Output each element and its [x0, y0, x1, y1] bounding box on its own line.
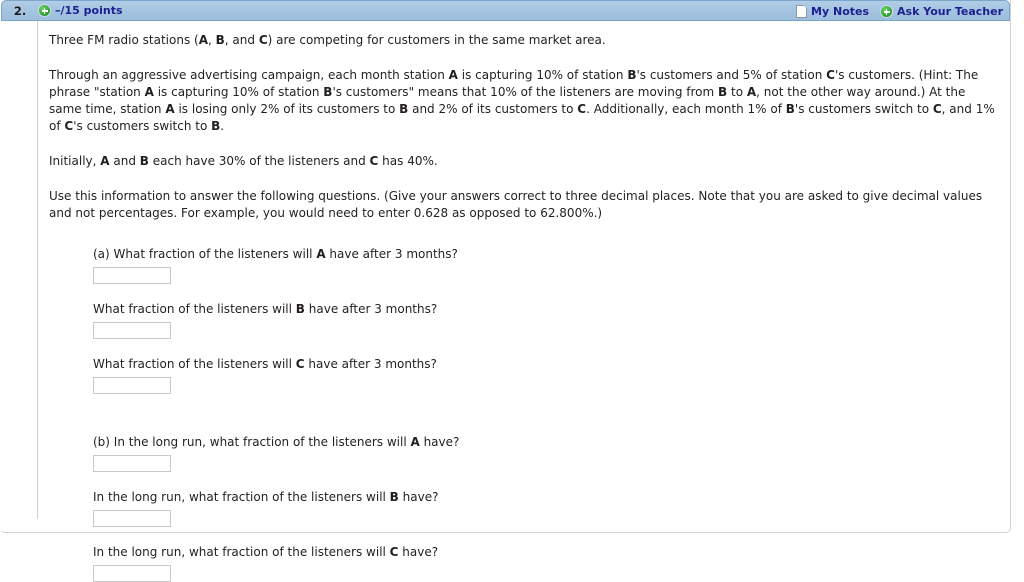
station-letter: C	[295, 357, 305, 371]
answer-input-a-station-c[interactable]	[93, 377, 171, 394]
question-label: In the long run, what fraction of the li…	[93, 489, 1000, 506]
text-fragment: Three FM radio stations (	[49, 33, 199, 47]
station-a: A	[746, 85, 757, 99]
paragraph-instructions: Use this information to answer the follo…	[49, 189, 983, 220]
text-fragment: Through an aggressive advertising campai…	[49, 68, 449, 82]
question-item: In the long run, what fraction of the li…	[93, 527, 1000, 582]
question-label: What fraction of the listeners will B ha…	[93, 301, 1000, 318]
gutter-divider	[37, 21, 38, 519]
question-item: (a) What fraction of the listeners will …	[93, 222, 1000, 284]
station-b: B	[211, 119, 221, 133]
text-fragment: (b) In the long run, what fraction of th…	[93, 435, 411, 449]
ask-your-teacher-button[interactable]: Ask Your Teacher	[880, 5, 1003, 18]
station-a: A	[198, 33, 208, 47]
text-fragment: has 40%.	[378, 154, 438, 168]
text-fragment: Initially,	[49, 154, 101, 168]
text-fragment: .	[220, 119, 225, 133]
question-content: Three FM radio stations (A, B, and C) ar…	[49, 21, 1000, 582]
station-letter: A	[410, 435, 420, 449]
text-fragment: 's customers and 5% of station	[636, 68, 827, 82]
text-fragment: to	[727, 85, 747, 99]
text-fragment: is losing only 2% of its customers to	[174, 102, 400, 116]
text-fragment: have?	[419, 435, 460, 449]
text-fragment: have after 3 months?	[325, 247, 458, 261]
paragraph-intro: Three FM radio stations (A, B, and C) ar…	[49, 21, 1000, 49]
station-letter: B	[389, 490, 399, 504]
question-label: (b) In the long run, what fraction of th…	[93, 434, 1000, 451]
question-label: In the long run, what fraction of the li…	[93, 544, 1000, 561]
text-fragment: In the long run, what fraction of the li…	[93, 545, 390, 559]
question-item: (b) In the long run, what fraction of th…	[93, 394, 1000, 472]
text-fragment: have after 3 months?	[304, 357, 437, 371]
question-body: Three FM radio stations (A, B, and C) ar…	[1, 21, 1010, 582]
points-label[interactable]: –/15 points	[55, 4, 123, 17]
question-label: What fraction of the listeners will C ha…	[93, 356, 1000, 373]
text-fragment: and	[109, 154, 140, 168]
answer-input-b-station-b[interactable]	[93, 510, 171, 527]
station-c: C	[258, 33, 268, 47]
question-item: In the long run, what fraction of the li…	[93, 472, 1000, 527]
text-fragment: In the long run, what fraction of the li…	[93, 490, 390, 504]
header-actions: My Notes Ask Your Teacher	[796, 1, 1003, 22]
text-fragment: ,	[208, 33, 216, 47]
station-b: B	[718, 85, 728, 99]
text-fragment: is capturing 10% of station	[457, 68, 628, 82]
text-fragment: ) are competing for customers in the sam…	[267, 33, 606, 47]
answer-input-b-station-a[interactable]	[93, 455, 171, 472]
text-fragment: is capturing 10% of station	[153, 85, 324, 99]
text-fragment: 's customers" means that 10% of the list…	[332, 85, 719, 99]
station-a: A	[100, 154, 110, 168]
station-a: A	[448, 68, 458, 82]
paragraph-initial: Initially, A and B each have 30% of the …	[49, 135, 1000, 170]
answer-input-a-station-a[interactable]	[93, 267, 171, 284]
plus-circle-icon	[880, 5, 894, 18]
text-fragment: , and	[224, 33, 259, 47]
text-fragment: What fraction of the listeners will	[93, 302, 296, 316]
question-header-bar: 2. –/15 points My Notes Ask Your Teacher	[1, 0, 1010, 21]
station-c: C	[64, 119, 74, 133]
station-a: A	[165, 102, 175, 116]
question-label: (a) What fraction of the listeners will …	[93, 246, 1000, 263]
page-icon	[796, 5, 808, 18]
station-letter: A	[316, 247, 326, 261]
question-item: What fraction of the listeners will C ha…	[93, 339, 1000, 394]
text-fragment: . Additionally, each month 1% of	[586, 102, 786, 116]
station-b: B	[215, 33, 225, 47]
station-b: B	[139, 154, 149, 168]
station-a: A	[144, 85, 154, 99]
text-fragment: have?	[398, 490, 439, 504]
question-number: 2.	[13, 3, 27, 18]
questions-list: (a) What fraction of the listeners will …	[93, 222, 1000, 582]
text-fragment: each have 30% of the listeners and	[148, 154, 370, 168]
station-b: B	[785, 102, 795, 116]
answer-input-b-station-c[interactable]	[93, 565, 171, 582]
paragraph-campaign: Through an aggressive advertising campai…	[49, 49, 1000, 135]
text-fragment: What fraction of the listeners will	[93, 357, 296, 371]
text-fragment: (a) What fraction of the listeners will	[93, 247, 317, 261]
station-c: C	[826, 68, 835, 82]
text-fragment: and 2% of its customers to	[408, 102, 578, 116]
station-c: C	[932, 102, 942, 116]
question-item: What fraction of the listeners will B ha…	[93, 284, 1000, 339]
answer-input-a-station-b[interactable]	[93, 322, 171, 339]
text-fragment: 's customers switch to	[794, 102, 933, 116]
question-container: 2. –/15 points My Notes Ask Your Teacher…	[0, 0, 1011, 582]
text-fragment: have after 3 months?	[304, 302, 438, 316]
my-notes-label: My Notes	[811, 5, 870, 18]
station-b: B	[399, 102, 409, 116]
points-group: –/15 points	[38, 4, 123, 17]
text-fragment: 's customers switch to	[73, 119, 212, 133]
text-fragment: have?	[398, 545, 439, 559]
station-c: C	[577, 102, 587, 116]
ask-your-teacher-label: Ask Your Teacher	[897, 5, 1003, 18]
my-notes-button[interactable]: My Notes	[796, 5, 869, 18]
plus-circle-icon[interactable]	[38, 4, 51, 17]
station-letter: B	[295, 302, 305, 316]
